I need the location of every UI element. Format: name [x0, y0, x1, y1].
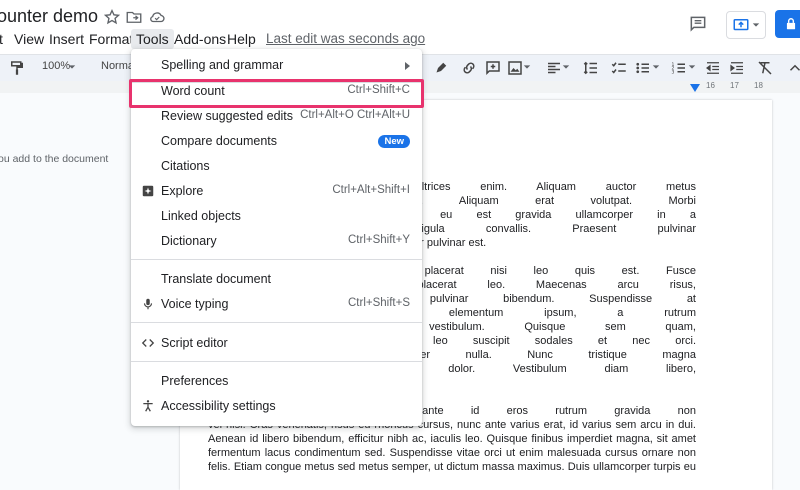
clear-formatting-icon[interactable]	[756, 59, 774, 77]
menu-item-label: Explore	[161, 184, 204, 198]
menu-item-label: Compare documents	[161, 134, 278, 148]
menu-item-compare[interactable]: Compare documents New	[131, 129, 422, 154]
add-comment-icon[interactable]	[484, 59, 502, 77]
menu-divider	[131, 259, 422, 260]
image-dropdown-icon[interactable]	[523, 63, 531, 71]
zoom-dropdown-icon[interactable]	[68, 63, 76, 71]
align-dropdown-icon[interactable]	[562, 63, 570, 71]
menu-edit[interactable]: t	[0, 29, 8, 49]
new-badge: New	[378, 135, 410, 148]
menu-item-label: Citations	[161, 159, 210, 173]
link-icon[interactable]	[460, 59, 478, 77]
align-left-icon[interactable]	[545, 59, 563, 77]
word-count-highlight	[129, 79, 424, 108]
explore-icon	[142, 185, 154, 197]
menu-item-script-editor[interactable]: Script editor	[131, 331, 422, 356]
present-icon	[733, 19, 749, 31]
menu-item-label: Script editor	[161, 336, 228, 350]
microphone-icon	[143, 298, 153, 310]
menu-item-explore[interactable]: Explore Ctrl+Alt+Shift+I	[131, 179, 422, 204]
menu-insert[interactable]: Insert	[44, 29, 89, 49]
highlight-pen-icon[interactable]	[432, 59, 450, 77]
right-indent-marker-icon[interactable]	[690, 84, 700, 92]
menu-shortcut: Ctrl+Shift+Y	[348, 234, 410, 246]
collapse-toolbar-icon[interactable]	[786, 59, 800, 77]
body-text-line: felis. Etiam congue metus sed metus semp…	[208, 461, 696, 473]
lock-icon	[786, 18, 796, 30]
outline-hint: ou add to the document .	[0, 153, 109, 180]
insert-image-icon[interactable]	[506, 59, 524, 77]
menu-item-label: Spelling and grammar	[161, 58, 284, 72]
submenu-arrow-icon	[405, 62, 410, 70]
paint-format-icon[interactable]	[8, 59, 26, 77]
menu-item-spelling[interactable]: Spelling and grammar	[131, 53, 422, 78]
line-spacing-icon[interactable]	[582, 59, 600, 77]
menu-item-label: Voice typing	[161, 297, 229, 311]
menu-item-linked-objects[interactable]: Linked objects	[131, 204, 422, 229]
menu-item-accessibility[interactable]: Accessibility settings	[131, 394, 422, 419]
ruler-tick: 18	[754, 81, 763, 90]
top-bar: ounter demo t View Insert Format Tools A…	[0, 0, 800, 54]
accessibility-icon	[143, 400, 153, 412]
menu-divider	[131, 361, 422, 362]
menu-shortcut: Ctrl+Alt+Shift+I	[332, 184, 410, 196]
present-button[interactable]	[726, 11, 766, 39]
bullet-dropdown-icon[interactable]	[652, 63, 660, 71]
last-edit-link[interactable]: Last edit was seconds ago	[266, 31, 425, 46]
menu-item-label: Accessibility settings	[161, 399, 276, 413]
menu-item-label: Dictionary	[161, 234, 217, 248]
star-icon[interactable]	[103, 8, 121, 26]
move-folder-icon[interactable]	[125, 8, 143, 26]
menu-divider	[131, 322, 422, 323]
svg-text:3: 3	[672, 69, 675, 75]
menu-item-label: Review suggested edits	[161, 109, 294, 123]
numbered-list-icon[interactable]: 123	[670, 59, 688, 77]
zoom-select[interactable]: 100%	[42, 60, 70, 72]
code-icon	[141, 339, 155, 347]
menu-item-dictionary[interactable]: Dictionary Ctrl+Shift+Y	[131, 229, 422, 254]
body-text-line: Aenean id libero bibendum, efficitur nib…	[208, 433, 696, 445]
menu-item-label: Translate document	[161, 272, 272, 286]
menu-shortcut: Ctrl+Shift+S	[348, 297, 410, 309]
menu-item-preferences[interactable]: Preferences	[131, 369, 422, 394]
comment-history-icon[interactable]	[688, 14, 708, 34]
checklist-icon[interactable]	[610, 59, 628, 77]
increase-indent-icon[interactable]	[728, 59, 746, 77]
menu-item-citations[interactable]: Citations	[131, 154, 422, 179]
menu-help[interactable]: Help	[222, 29, 261, 49]
share-button[interactable]	[775, 10, 800, 38]
decrease-indent-icon[interactable]	[704, 59, 722, 77]
menu-item-translate[interactable]: Translate document	[131, 267, 422, 292]
number-dropdown-icon[interactable]	[688, 63, 696, 71]
cloud-status-icon[interactable]	[148, 8, 166, 26]
body-text-line: fermentum lacus condimentum sed. Suspend…	[208, 447, 696, 459]
menu-item-label: Linked objects	[161, 209, 241, 223]
ruler-tick: 17	[730, 81, 739, 90]
menu-item-voice-typing[interactable]: Voice typing Ctrl+Shift+S	[131, 292, 422, 317]
bulleted-list-icon[interactable]	[634, 59, 652, 77]
doc-title[interactable]: ounter demo	[0, 6, 98, 27]
chevron-down-icon	[752, 23, 760, 27]
menu-shortcut: Ctrl+Alt+O Ctrl+Alt+U	[300, 109, 410, 121]
menu-tools[interactable]: Tools	[131, 29, 174, 49]
menu-item-label: Preferences	[161, 374, 229, 388]
ruler-tick: 16	[706, 81, 715, 90]
